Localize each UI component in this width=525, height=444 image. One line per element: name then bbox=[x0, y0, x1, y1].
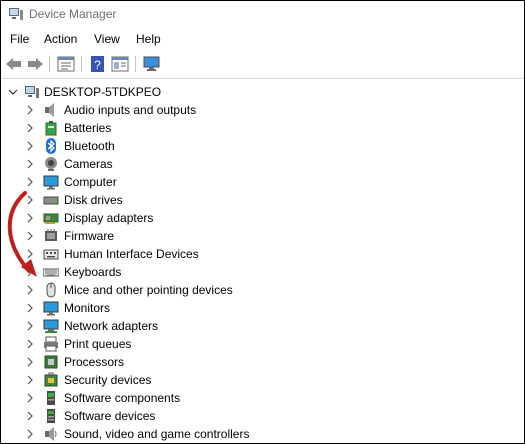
mouse-icon bbox=[46, 282, 56, 298]
menu-help[interactable]: Help bbox=[136, 32, 161, 46]
scan-hardware-icon[interactable] bbox=[142, 55, 162, 73]
tree-item[interactable]: Bluetooth bbox=[1, 137, 524, 155]
tree-item-label: Keyboards bbox=[64, 265, 122, 279]
menu-file[interactable]: File bbox=[10, 32, 29, 46]
tree-item[interactable]: Human Interface Devices bbox=[1, 245, 524, 263]
chevron-right-icon[interactable] bbox=[25, 357, 35, 367]
tree-item-label: Processors bbox=[64, 355, 125, 369]
tree-item[interactable]: Mice and other pointing devices bbox=[1, 281, 524, 299]
tree-item-label: Security devices bbox=[64, 373, 152, 387]
help-icon[interactable]: ? bbox=[88, 55, 108, 73]
firmware-icon bbox=[45, 229, 57, 241]
tree-item[interactable]: Security devices bbox=[1, 371, 524, 389]
hid-icon bbox=[43, 249, 59, 260]
computer-icon bbox=[25, 86, 39, 98]
tree-item[interactable]: Processors bbox=[1, 353, 524, 371]
tree-item-label: Software devices bbox=[64, 409, 156, 423]
tree-item-label: Display adapters bbox=[64, 211, 154, 225]
tree-item-label: Cameras bbox=[64, 157, 113, 171]
tree-item[interactable]: Computer bbox=[1, 173, 524, 191]
tree-item-label: Sound, video and game controllers bbox=[64, 427, 250, 441]
software-device-icon bbox=[47, 409, 55, 423]
tree-item-label: Bluetooth bbox=[64, 139, 115, 153]
chevron-right-icon[interactable] bbox=[25, 429, 35, 439]
chevron-right-icon[interactable] bbox=[25, 393, 35, 403]
chevron-right-icon[interactable] bbox=[25, 159, 35, 169]
tree-item[interactable]: Software devices bbox=[1, 407, 524, 425]
toolbar-separator bbox=[81, 56, 82, 72]
chevron-right-icon[interactable] bbox=[25, 177, 35, 187]
software-component-icon bbox=[47, 391, 55, 405]
tree-item[interactable]: Disk drives bbox=[1, 191, 524, 209]
network-icon bbox=[43, 319, 59, 333]
tree-item-label: Network adapters bbox=[64, 319, 159, 333]
tree-item[interactable]: Cameras bbox=[1, 155, 524, 173]
toolbar: ? bbox=[1, 51, 524, 79]
title-bar: Device Manager bbox=[1, 1, 524, 27]
battery-icon bbox=[45, 121, 57, 136]
tree-item-label: Disk drives bbox=[64, 193, 123, 207]
device-manager-icon bbox=[9, 8, 23, 20]
tree-item[interactable]: Print queues bbox=[1, 335, 524, 353]
forward-arrow-icon[interactable] bbox=[25, 55, 45, 73]
tree-item[interactable]: Software components bbox=[1, 389, 524, 407]
chevron-right-icon[interactable] bbox=[25, 141, 35, 151]
toolbar-separator bbox=[49, 56, 50, 72]
window-title: Device Manager bbox=[29, 7, 117, 21]
tree-item-label: Computer bbox=[64, 175, 117, 189]
chevron-right-icon[interactable] bbox=[25, 303, 35, 313]
back-arrow-icon[interactable] bbox=[4, 55, 24, 73]
properties-view-icon[interactable] bbox=[56, 55, 76, 73]
speaker-icon bbox=[45, 103, 54, 117]
tree-item-label: Monitors bbox=[64, 301, 111, 315]
chevron-down-icon[interactable] bbox=[8, 87, 18, 97]
tree-item[interactable]: Keyboards bbox=[1, 263, 524, 281]
toolbar-separator bbox=[135, 56, 136, 72]
tree-item[interactable]: Batteries bbox=[1, 119, 524, 137]
camera-icon bbox=[45, 157, 57, 171]
disk-drive-icon bbox=[43, 196, 59, 205]
chevron-right-icon[interactable] bbox=[25, 339, 35, 349]
tree-root-label: DESKTOP-5TDKPEO bbox=[44, 85, 162, 99]
tree-item[interactable]: Display adapters bbox=[1, 209, 524, 227]
chevron-right-icon[interactable] bbox=[25, 411, 35, 421]
tree-item-label: Human Interface Devices bbox=[64, 247, 199, 261]
sound-icon bbox=[45, 427, 57, 441]
menu-bar: File Action View Help bbox=[1, 29, 524, 49]
menu-view[interactable]: View bbox=[94, 32, 120, 46]
chevron-right-icon[interactable] bbox=[25, 285, 35, 295]
monitor-icon bbox=[43, 175, 59, 190]
chevron-right-icon[interactable] bbox=[25, 105, 35, 115]
menu-action[interactable]: Action bbox=[44, 32, 77, 46]
tree-item[interactable]: Sound, video and game controllers bbox=[1, 425, 524, 443]
monitor-icon bbox=[43, 301, 59, 316]
display-adapter-icon bbox=[43, 213, 59, 224]
device-manager-window: Device Manager File Action View Help ? D… bbox=[0, 0, 525, 444]
annotation-arrow bbox=[7, 191, 37, 277]
keyboard-icon bbox=[43, 268, 59, 277]
chevron-right-icon[interactable] bbox=[25, 123, 35, 133]
tree-item-label: Print queues bbox=[64, 337, 132, 351]
tree-root[interactable]: DESKTOP-5TDKPEO bbox=[1, 83, 524, 101]
bluetooth-icon bbox=[46, 138, 56, 154]
tree-item[interactable]: Network adapters bbox=[1, 317, 524, 335]
show-hidden-icon[interactable] bbox=[110, 55, 130, 73]
tree-item[interactable]: Monitors bbox=[1, 299, 524, 317]
tree-item[interactable]: Firmware bbox=[1, 227, 524, 245]
printer-icon bbox=[44, 336, 58, 352]
tree-item-label: Mice and other pointing devices bbox=[64, 283, 233, 297]
tree-item-label: Batteries bbox=[64, 121, 112, 135]
tree-item[interactable]: Audio inputs and outputs bbox=[1, 101, 524, 119]
tree-item-label: Firmware bbox=[64, 229, 114, 243]
tree-item-label: Audio inputs and outputs bbox=[64, 103, 197, 117]
tree-item-label: Software components bbox=[64, 391, 181, 405]
svg-text:?: ? bbox=[94, 58, 101, 72]
processor-icon bbox=[44, 355, 58, 369]
chevron-right-icon[interactable] bbox=[25, 375, 35, 385]
chevron-right-icon[interactable] bbox=[25, 321, 35, 331]
security-icon bbox=[44, 372, 58, 387]
